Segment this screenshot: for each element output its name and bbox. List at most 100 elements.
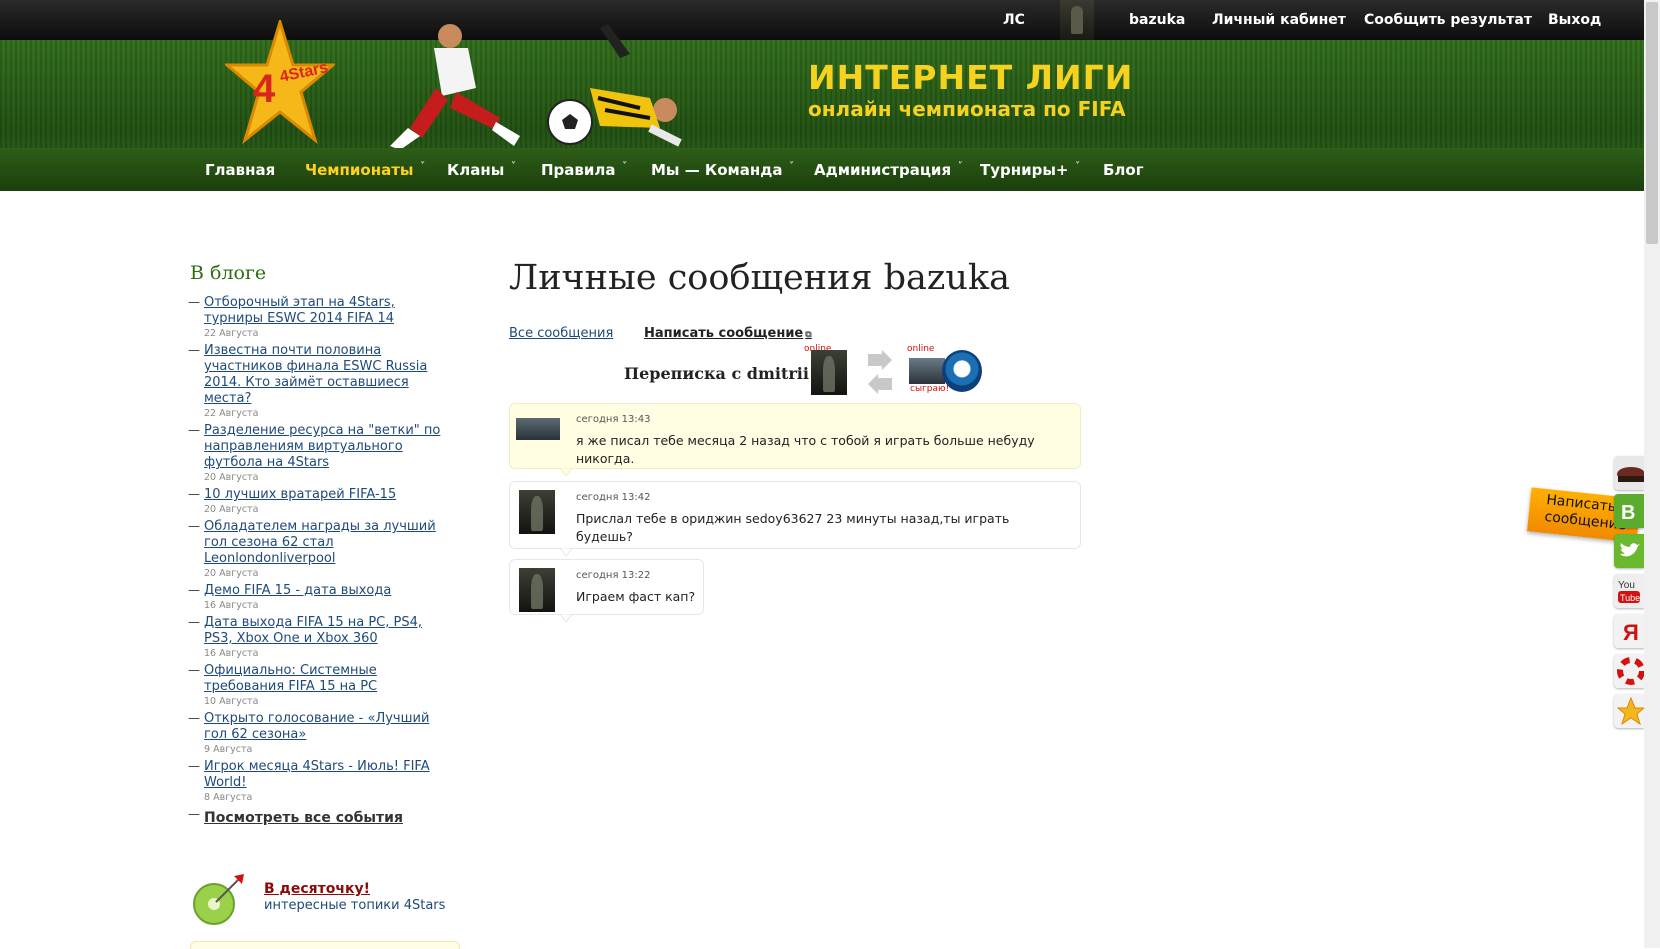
blog-post-date: 9 Августа bbox=[204, 744, 253, 755]
blog-post-date: 22 Августа bbox=[204, 328, 259, 339]
blog-post-link[interactable]: 10 лучших вратарей FIFA-15 bbox=[204, 487, 448, 503]
list-item: Игрок месяца 4Stars - Июль! FIFA World!8… bbox=[188, 759, 448, 805]
blog-post-link[interactable]: Обладателем награды за лучший гол сезона… bbox=[204, 519, 448, 567]
yandex-icon[interactable]: Я bbox=[1614, 614, 1644, 648]
scrollbar-thumb[interactable] bbox=[1646, 2, 1658, 244]
nav-item-administration[interactable]: Администрация ˅ bbox=[814, 161, 962, 179]
avatar[interactable] bbox=[811, 350, 847, 395]
play-ready-label: сыграю! bbox=[910, 384, 950, 394]
blog-post-link[interactable]: Известна почти половина участников финал… bbox=[204, 343, 448, 407]
username-link[interactable]: bazuka bbox=[1129, 12, 1185, 28]
chevron-down-icon: ˅ bbox=[1074, 161, 1080, 172]
sidebar-title: В блоге bbox=[190, 262, 267, 284]
lifebuoy-icon[interactable] bbox=[1614, 654, 1644, 688]
blog-post-date: 20 Августа bbox=[204, 568, 259, 579]
main-nav: Главная Чемпионаты ˅ Кланы ˅ Правила ˅ Мы —… bbox=[0, 148, 1644, 191]
nav-item-championships[interactable]: Чемпионаты ˅ bbox=[305, 161, 424, 179]
blog-post-link[interactable]: Открыто голосование - «Лучший гол 62 сез… bbox=[204, 711, 448, 743]
football-players-illustration bbox=[390, 24, 682, 150]
avatar[interactable] bbox=[516, 418, 560, 440]
blog-post-date: 20 Августа bbox=[204, 472, 259, 483]
star-icon[interactable] bbox=[1614, 694, 1644, 728]
nav-item-blog[interactable]: Блог bbox=[1103, 161, 1144, 179]
blog-post-date: 20 Августа bbox=[204, 504, 259, 515]
list-item: 10 лучших вратарей FIFA-1520 Августа bbox=[188, 487, 448, 517]
avatar[interactable] bbox=[519, 568, 555, 612]
pm-link[interactable]: ЛС bbox=[1003, 12, 1025, 28]
promo-subtitle: интересные топики 4Stars bbox=[264, 898, 446, 913]
chevron-down-icon: ˅ bbox=[510, 161, 516, 172]
twitter-icon[interactable] bbox=[1614, 534, 1644, 568]
nav-item-tournaments[interactable]: Турниры+ ˅ bbox=[980, 161, 1080, 179]
svg-text:Я: Я bbox=[1623, 620, 1639, 645]
vk-icon[interactable]: B bbox=[1614, 494, 1644, 528]
message-time: сегодня 13:43 bbox=[576, 414, 651, 425]
slogan-title: ИНТЕРНЕТ ЛИГИ bbox=[808, 58, 1134, 97]
message-time: сегодня 13:42 bbox=[576, 492, 651, 503]
message-text: я же писал тебе месяца 2 назад что с тоб… bbox=[576, 433, 1035, 466]
blog-post-link[interactable]: Дата выхода FIFA 15 на PC, PS4, PS3, Xbo… bbox=[204, 615, 448, 647]
slogan-subtitle: онлайн чемпионата по FIFA bbox=[808, 97, 1126, 121]
svg-text:4: 4 bbox=[253, 67, 276, 111]
list-item: Обладателем награды за лучший гол сезона… bbox=[188, 519, 448, 581]
chevron-down-icon: ˅ bbox=[957, 161, 963, 172]
message-text: Прислал тебе в ориджин sedoy63627 23 мин… bbox=[576, 511, 1010, 544]
youtube-icon[interactable]: You Tube bbox=[1614, 574, 1644, 608]
cabinet-link[interactable]: Личный кабинет bbox=[1212, 12, 1346, 28]
nav-item-home[interactable]: Главная bbox=[205, 161, 275, 179]
bubble-tail bbox=[560, 468, 572, 476]
user-avatar[interactable] bbox=[1060, 0, 1094, 40]
promo-title-link[interactable]: В десяточку! bbox=[264, 881, 370, 897]
chevron-down-icon: ˅ bbox=[621, 161, 627, 172]
nav-item-rules[interactable]: Правила ˅ bbox=[541, 161, 627, 179]
svg-text:You: You bbox=[1618, 580, 1635, 591]
bubble-tail bbox=[560, 614, 572, 622]
all-messages-link[interactable]: Все сообщения bbox=[509, 326, 613, 341]
list-item: Известна почти половина участников финал… bbox=[188, 343, 448, 421]
message-item: сегодня 13:42 Прислал тебе в ориджин sed… bbox=[509, 481, 1081, 556]
correspondence-label: Переписка с dmitrii bbox=[624, 364, 809, 383]
message-item: сегодня 13:43 я же писал тебе месяца 2 н… bbox=[509, 403, 1081, 476]
list-item: Посмотреть все события bbox=[188, 807, 448, 826]
list-item: Открыто голосование - «Лучший гол 62 сез… bbox=[188, 711, 448, 757]
logout-link[interactable]: Выход bbox=[1548, 12, 1601, 28]
page-title: Личные сообщения bazuka bbox=[509, 258, 1010, 298]
write-message-link[interactable]: Написать сообщение ⧉ bbox=[644, 326, 812, 341]
svg-text:B: B bbox=[1621, 502, 1635, 524]
blog-post-date: 10 Августа bbox=[204, 696, 259, 707]
list-item: Официально: Системные требования FIFA 15… bbox=[188, 663, 448, 709]
blog-post-date: 16 Августа bbox=[204, 600, 259, 611]
exchange-arrows-icon bbox=[868, 350, 892, 394]
military-cap-icon[interactable] bbox=[1614, 456, 1644, 490]
list-item: Дата выхода FIFA 15 на PC, PS4, PS3, Xbo… bbox=[188, 615, 448, 661]
bubble-tail bbox=[560, 548, 572, 556]
blog-post-link[interactable]: Игрок месяца 4Stars - Июль! FIFA World! bbox=[204, 759, 448, 791]
nav-item-team[interactable]: Мы — Команда ˅ bbox=[651, 161, 793, 179]
svg-text:Tube: Tube bbox=[1620, 593, 1640, 603]
logo-star-icon[interactable]: 4 4Stars bbox=[225, 20, 335, 148]
report-result-link[interactable]: Сообщить результат bbox=[1364, 12, 1532, 28]
message-text: Играем фаст кап? bbox=[576, 589, 696, 604]
blog-post-date: 22 Августа bbox=[204, 408, 259, 419]
avatar[interactable] bbox=[909, 358, 945, 384]
list-item: Отборочный этап на 4Stars, турниры ESWC … bbox=[188, 295, 448, 341]
apple-dart-icon bbox=[193, 874, 244, 925]
avatar[interactable] bbox=[519, 490, 555, 534]
blog-post-link[interactable]: Демо FIFA 15 - дата выхода bbox=[204, 583, 448, 599]
blog-post-link[interactable]: Официально: Системные требования FIFA 15… bbox=[204, 663, 448, 695]
message-item: сегодня 13:22 Играем фаст кап? bbox=[509, 559, 704, 622]
blog-post-date: 16 Августа bbox=[204, 648, 259, 659]
online-status: online bbox=[907, 344, 935, 354]
blog-post-link[interactable]: Разделение ресурса на "ветки" по направл… bbox=[204, 423, 448, 471]
list-item: Демо FIFA 15 - дата выхода16 Августа bbox=[188, 583, 448, 613]
message-time: сегодня 13:22 bbox=[576, 570, 651, 581]
blog-post-date: 8 Августа bbox=[204, 792, 253, 803]
chevron-down-icon: ˅ bbox=[419, 161, 425, 172]
chevron-down-icon: ˅ bbox=[788, 161, 794, 172]
blog-post-link[interactable]: Отборочный этап на 4Stars, турниры ESWC … bbox=[204, 295, 448, 327]
see-all-events-link[interactable]: Посмотреть все события bbox=[204, 810, 403, 826]
external-window-icon: ⧉ bbox=[805, 330, 812, 340]
blog-post-list: Отборочный этап на 4Stars, турниры ESWC … bbox=[188, 295, 448, 828]
write-message-label: Написать сообщение bbox=[644, 326, 804, 341]
nav-item-clans[interactable]: Кланы ˅ bbox=[447, 161, 515, 179]
